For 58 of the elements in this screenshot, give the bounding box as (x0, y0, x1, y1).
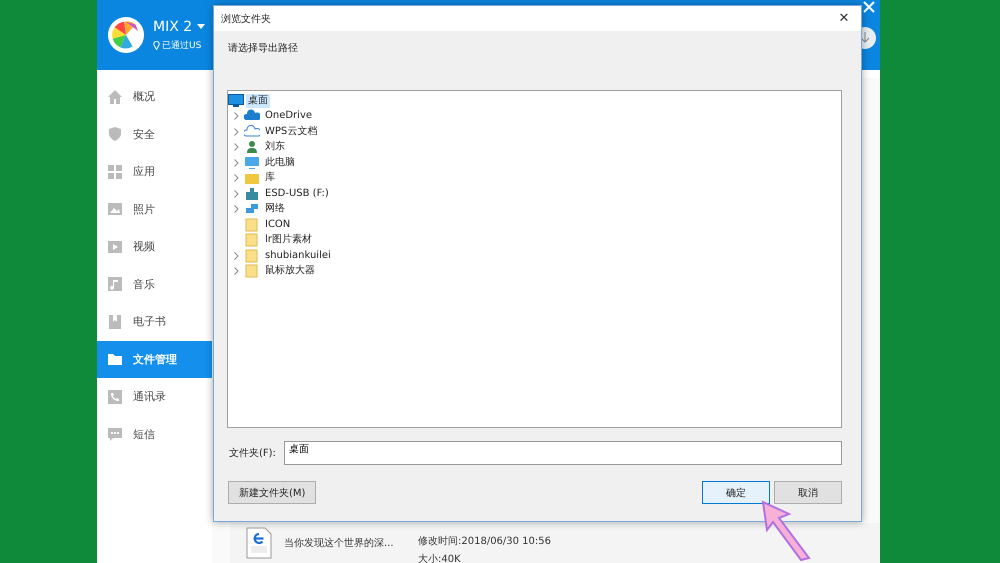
tree-item[interactable]: 库 (263, 171, 277, 186)
tree-item[interactable]: OneDrive (263, 109, 314, 124)
sidebar-item[interactable]: 视频 (97, 228, 212, 266)
apps-icon (107, 164, 123, 180)
sidebar-item[interactable]: 应用 (97, 153, 212, 190)
logo-icon (107, 16, 145, 54)
caret-icon[interactable] (197, 24, 206, 29)
folder-icon (244, 233, 260, 248)
pdf-file-icon (246, 527, 272, 559)
connection-status[interactable]: 已通过US (162, 38, 202, 52)
tree-item[interactable]: 桌面 (246, 94, 270, 108)
sidebar-item[interactable]: 通讯录 (97, 378, 212, 416)
tree-item[interactable]: 网络 (263, 202, 287, 216)
sidebar-item[interactable]: 电子书 (97, 303, 212, 340)
monitor-icon (244, 156, 260, 170)
shield-icon (107, 126, 123, 142)
ok-button[interactable]: 确定 (702, 481, 770, 504)
photo-icon (107, 201, 123, 218)
folder-icon (244, 264, 260, 278)
tree-item[interactable]: ICON (263, 218, 292, 232)
pin-icon (153, 40, 160, 50)
cancel-button[interactable]: 取消 (774, 481, 842, 504)
close-icon[interactable] (862, 0, 876, 14)
dialog-title: 浏览文件夹 (221, 12, 271, 26)
folder-icon (107, 351, 123, 368)
folder-icon (244, 248, 260, 263)
music-icon (107, 276, 123, 292)
modified-time: 修改时间:2018/06/30 10:56 (418, 534, 552, 548)
cloud-icon (244, 124, 260, 139)
folder-icon (244, 218, 260, 232)
file-row[interactable]: 当你发现这个世界的深... 修改时间:2018/06/30 10:56 大小:40K (230, 523, 880, 563)
book-icon (107, 314, 123, 330)
drive-icon (244, 186, 260, 201)
new-folder-button[interactable]: 新建文件夹(M) (228, 481, 316, 504)
folder-label: 文件夹(F): (228, 446, 277, 460)
home-icon (107, 88, 123, 105)
folder-field[interactable]: 桌面 (284, 441, 842, 465)
tree-item[interactable]: 鼠标放大器 (263, 264, 317, 278)
file-name: 当你发现这个世界的深... (284, 536, 395, 550)
phone-icon (107, 388, 123, 405)
sidebar-item[interactable]: 安全 (97, 116, 212, 153)
person-icon (244, 140, 260, 154)
tree-item[interactable]: shubiankuilei (263, 248, 333, 263)
video-icon (107, 238, 123, 255)
sidebar-item[interactable]: 音乐 (97, 266, 212, 303)
tree-item[interactable]: ESD-USB (F:) (263, 186, 331, 201)
desktop-icon (228, 94, 244, 108)
chat-icon (107, 426, 123, 442)
file-size: 大小:40K (418, 552, 462, 563)
tree-item[interactable]: 刘东 (263, 140, 287, 154)
sidebar-item[interactable]: 照片 (97, 190, 212, 228)
device-name[interactable]: MIX 2 (153, 18, 192, 34)
tree-item[interactable]: lr图片素材 (263, 233, 314, 248)
sidebar-item[interactable]: 短信 (97, 416, 212, 453)
prompt-text: 请选择导出路径 (227, 42, 299, 55)
tree-item[interactable]: WPS云文档 (263, 124, 320, 139)
sidebar-item[interactable]: 概况 (97, 78, 212, 116)
tree-item[interactable]: 此电脑 (263, 156, 297, 170)
